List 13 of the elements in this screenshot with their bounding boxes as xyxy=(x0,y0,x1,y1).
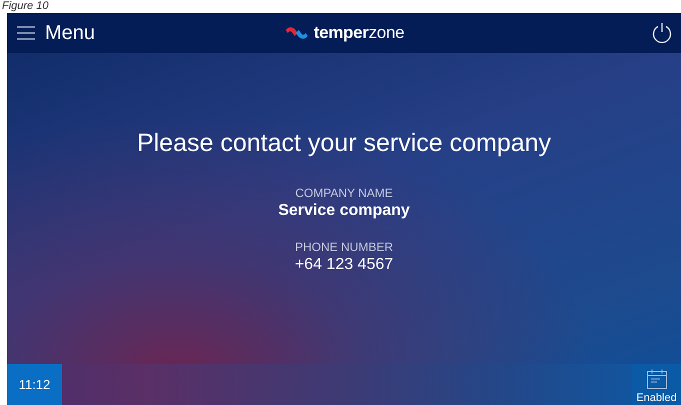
message-title: Please contact your service company xyxy=(136,129,552,158)
field-value: Service company xyxy=(278,202,410,220)
power-button[interactable] xyxy=(651,22,673,44)
field-label: COMPANY NAME xyxy=(295,186,393,200)
field-label: PHONE NUMBER xyxy=(294,240,393,254)
menu-button[interactable]: Menu xyxy=(17,22,96,44)
field-value: +64 123 4567 xyxy=(294,256,394,274)
figure-caption: Figure 10 xyxy=(1,0,48,13)
clock-time: 11:12 xyxy=(7,364,62,405)
brand-logo: temperzone xyxy=(284,23,404,43)
menu-icon xyxy=(17,26,35,40)
calendar-icon xyxy=(646,368,668,390)
power-icon xyxy=(651,22,673,44)
